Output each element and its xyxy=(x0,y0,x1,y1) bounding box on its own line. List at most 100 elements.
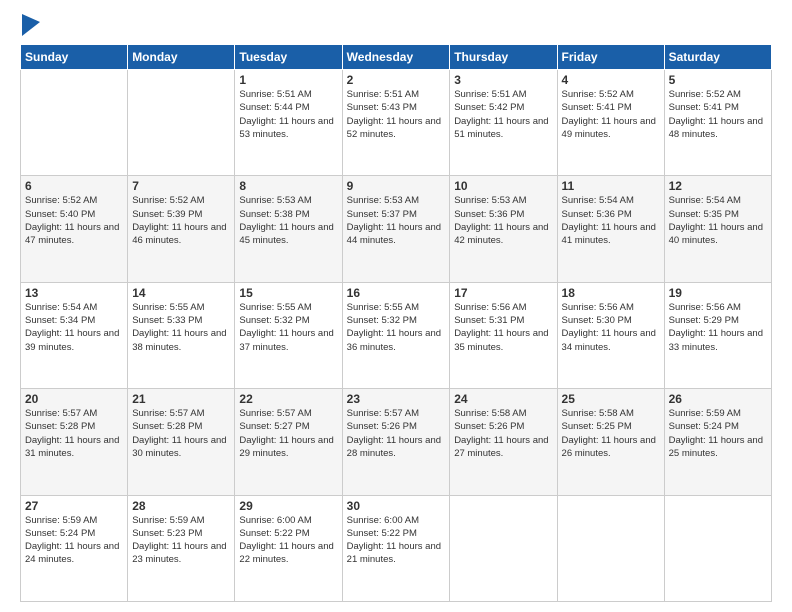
calendar-cell: 19 Sunrise: 5:56 AM Sunset: 5:29 PM Dayli… xyxy=(664,282,771,388)
calendar-cell: 9 Sunrise: 5:53 AM Sunset: 5:37 PM Daylig… xyxy=(342,176,450,282)
day-info: Sunrise: 5:55 AM Sunset: 5:33 PM Dayligh… xyxy=(132,302,226,353)
calendar-cell xyxy=(450,495,557,601)
day-number: 30 xyxy=(347,499,446,513)
page-header xyxy=(20,18,772,36)
day-info: Sunrise: 5:51 AM Sunset: 5:43 PM Dayligh… xyxy=(347,89,441,140)
day-number: 19 xyxy=(669,286,767,300)
day-number: 23 xyxy=(347,392,446,406)
calendar-cell: 11 Sunrise: 5:54 AM Sunset: 5:36 PM Dayli… xyxy=(557,176,664,282)
calendar-cell: 26 Sunrise: 5:59 AM Sunset: 5:24 PM Dayli… xyxy=(664,389,771,495)
calendar-cell: 20 Sunrise: 5:57 AM Sunset: 5:28 PM Dayli… xyxy=(21,389,128,495)
day-info: Sunrise: 5:53 AM Sunset: 5:37 PM Dayligh… xyxy=(347,195,441,246)
day-number: 12 xyxy=(669,179,767,193)
day-number: 21 xyxy=(132,392,230,406)
day-info: Sunrise: 5:56 AM Sunset: 5:29 PM Dayligh… xyxy=(669,302,763,353)
day-info: Sunrise: 6:00 AM Sunset: 5:22 PM Dayligh… xyxy=(239,515,333,566)
calendar-cell: 25 Sunrise: 5:58 AM Sunset: 5:25 PM Dayli… xyxy=(557,389,664,495)
calendar-cell: 28 Sunrise: 5:59 AM Sunset: 5:23 PM Dayli… xyxy=(128,495,235,601)
calendar-cell: 27 Sunrise: 5:59 AM Sunset: 5:24 PM Dayli… xyxy=(21,495,128,601)
day-number: 4 xyxy=(562,73,660,87)
calendar-cell: 13 Sunrise: 5:54 AM Sunset: 5:34 PM Dayli… xyxy=(21,282,128,388)
week-row-1: 1 Sunrise: 5:51 AM Sunset: 5:44 PM Daylig… xyxy=(21,70,772,176)
day-number: 2 xyxy=(347,73,446,87)
day-number: 18 xyxy=(562,286,660,300)
day-number: 28 xyxy=(132,499,230,513)
calendar-cell: 6 Sunrise: 5:52 AM Sunset: 5:40 PM Daylig… xyxy=(21,176,128,282)
calendar-cell: 8 Sunrise: 5:53 AM Sunset: 5:38 PM Daylig… xyxy=(235,176,342,282)
day-info: Sunrise: 5:55 AM Sunset: 5:32 PM Dayligh… xyxy=(239,302,333,353)
day-info: Sunrise: 5:54 AM Sunset: 5:36 PM Dayligh… xyxy=(562,195,656,246)
calendar-cell: 3Sunrise: 5:51 AM Sunset: 5:42 PM Daylig… xyxy=(450,70,557,176)
day-number: 17 xyxy=(454,286,552,300)
logo xyxy=(20,18,40,36)
day-info: Sunrise: 5:57 AM Sunset: 5:28 PM Dayligh… xyxy=(25,408,119,459)
calendar-cell: 23 Sunrise: 5:57 AM Sunset: 5:26 PM Dayli… xyxy=(342,389,450,495)
day-info: Sunrise: 5:54 AM Sunset: 5:35 PM Dayligh… xyxy=(669,195,763,246)
day-info: Sunrise: 5:55 AM Sunset: 5:32 PM Dayligh… xyxy=(347,302,441,353)
day-info: Sunrise: 5:57 AM Sunset: 5:28 PM Dayligh… xyxy=(132,408,226,459)
weekday-header-friday: Friday xyxy=(557,45,664,70)
day-number: 7 xyxy=(132,179,230,193)
day-number: 24 xyxy=(454,392,552,406)
day-info: Sunrise: 5:58 AM Sunset: 5:25 PM Dayligh… xyxy=(562,408,656,459)
calendar-cell: 24 Sunrise: 5:58 AM Sunset: 5:26 PM Dayli… xyxy=(450,389,557,495)
day-number: 22 xyxy=(239,392,337,406)
day-info: Sunrise: 5:54 AM Sunset: 5:34 PM Dayligh… xyxy=(25,302,119,353)
logo-icon xyxy=(22,14,40,36)
day-number: 9 xyxy=(347,179,446,193)
day-info: Sunrise: 5:58 AM Sunset: 5:26 PM Dayligh… xyxy=(454,408,548,459)
day-number: 29 xyxy=(239,499,337,513)
calendar-cell: 15 Sunrise: 5:55 AM Sunset: 5:32 PM Dayli… xyxy=(235,282,342,388)
day-number: 1 xyxy=(239,73,337,87)
day-number: 11 xyxy=(562,179,660,193)
weekday-header-monday: Monday xyxy=(128,45,235,70)
day-number: 26 xyxy=(669,392,767,406)
day-info: Sunrise: 5:52 AM Sunset: 5:39 PM Dayligh… xyxy=(132,195,226,246)
calendar-cell: 7 Sunrise: 5:52 AM Sunset: 5:39 PM Daylig… xyxy=(128,176,235,282)
day-info: Sunrise: 5:56 AM Sunset: 5:30 PM Dayligh… xyxy=(562,302,656,353)
weekday-header-wednesday: Wednesday xyxy=(342,45,450,70)
day-number: 5 xyxy=(669,73,767,87)
weekday-header-row: SundayMondayTuesdayWednesdayThursdayFrid… xyxy=(21,45,772,70)
calendar-cell xyxy=(128,70,235,176)
day-info: Sunrise: 5:56 AM Sunset: 5:31 PM Dayligh… xyxy=(454,302,548,353)
day-number: 6 xyxy=(25,179,123,193)
calendar-cell xyxy=(21,70,128,176)
day-info: Sunrise: 5:53 AM Sunset: 5:38 PM Dayligh… xyxy=(239,195,333,246)
day-number: 16 xyxy=(347,286,446,300)
calendar-cell xyxy=(557,495,664,601)
day-info: Sunrise: 5:59 AM Sunset: 5:24 PM Dayligh… xyxy=(669,408,763,459)
calendar-cell: 17 Sunrise: 5:56 AM Sunset: 5:31 PM Dayli… xyxy=(450,282,557,388)
week-row-2: 6 Sunrise: 5:52 AM Sunset: 5:40 PM Daylig… xyxy=(21,176,772,282)
day-number: 25 xyxy=(562,392,660,406)
day-info: Sunrise: 5:59 AM Sunset: 5:23 PM Dayligh… xyxy=(132,515,226,566)
calendar-cell: 14Sunrise: 5:55 AM Sunset: 5:33 PM Dayli… xyxy=(128,282,235,388)
day-number: 15 xyxy=(239,286,337,300)
day-number: 13 xyxy=(25,286,123,300)
day-number: 8 xyxy=(239,179,337,193)
calendar-cell: 29 Sunrise: 6:00 AM Sunset: 5:22 PM Dayli… xyxy=(235,495,342,601)
weekday-header-saturday: Saturday xyxy=(664,45,771,70)
day-info: Sunrise: 5:51 AM Sunset: 5:44 PM Dayligh… xyxy=(239,89,333,140)
week-row-3: 13 Sunrise: 5:54 AM Sunset: 5:34 PM Dayli… xyxy=(21,282,772,388)
calendar-cell: 16 Sunrise: 5:55 AM Sunset: 5:32 PM Dayli… xyxy=(342,282,450,388)
calendar-cell: 1 Sunrise: 5:51 AM Sunset: 5:44 PM Daylig… xyxy=(235,70,342,176)
day-info: Sunrise: 5:57 AM Sunset: 5:26 PM Dayligh… xyxy=(347,408,441,459)
weekday-header-tuesday: Tuesday xyxy=(235,45,342,70)
calendar-cell: 30Sunrise: 6:00 AM Sunset: 5:22 PM Dayli… xyxy=(342,495,450,601)
day-number: 27 xyxy=(25,499,123,513)
day-number: 20 xyxy=(25,392,123,406)
calendar-cell: 2 Sunrise: 5:51 AM Sunset: 5:43 PM Daylig… xyxy=(342,70,450,176)
day-info: Sunrise: 5:59 AM Sunset: 5:24 PM Dayligh… xyxy=(25,515,119,566)
calendar-cell: 10Sunrise: 5:53 AM Sunset: 5:36 PM Dayli… xyxy=(450,176,557,282)
day-info: Sunrise: 5:52 AM Sunset: 5:41 PM Dayligh… xyxy=(562,89,656,140)
day-info: Sunrise: 5:52 AM Sunset: 5:40 PM Dayligh… xyxy=(25,195,119,246)
calendar-cell: 4 Sunrise: 5:52 AM Sunset: 5:41 PM Daylig… xyxy=(557,70,664,176)
calendar-cell: 18 Sunrise: 5:56 AM Sunset: 5:30 PM Dayli… xyxy=(557,282,664,388)
day-info: Sunrise: 5:53 AM Sunset: 5:36 PM Dayligh… xyxy=(454,195,548,246)
weekday-header-thursday: Thursday xyxy=(450,45,557,70)
calendar-table: SundayMondayTuesdayWednesdayThursdayFrid… xyxy=(20,44,772,602)
calendar-cell: 12 Sunrise: 5:54 AM Sunset: 5:35 PM Dayli… xyxy=(664,176,771,282)
calendar-cell: 22Sunrise: 5:57 AM Sunset: 5:27 PM Dayli… xyxy=(235,389,342,495)
calendar-cell xyxy=(664,495,771,601)
